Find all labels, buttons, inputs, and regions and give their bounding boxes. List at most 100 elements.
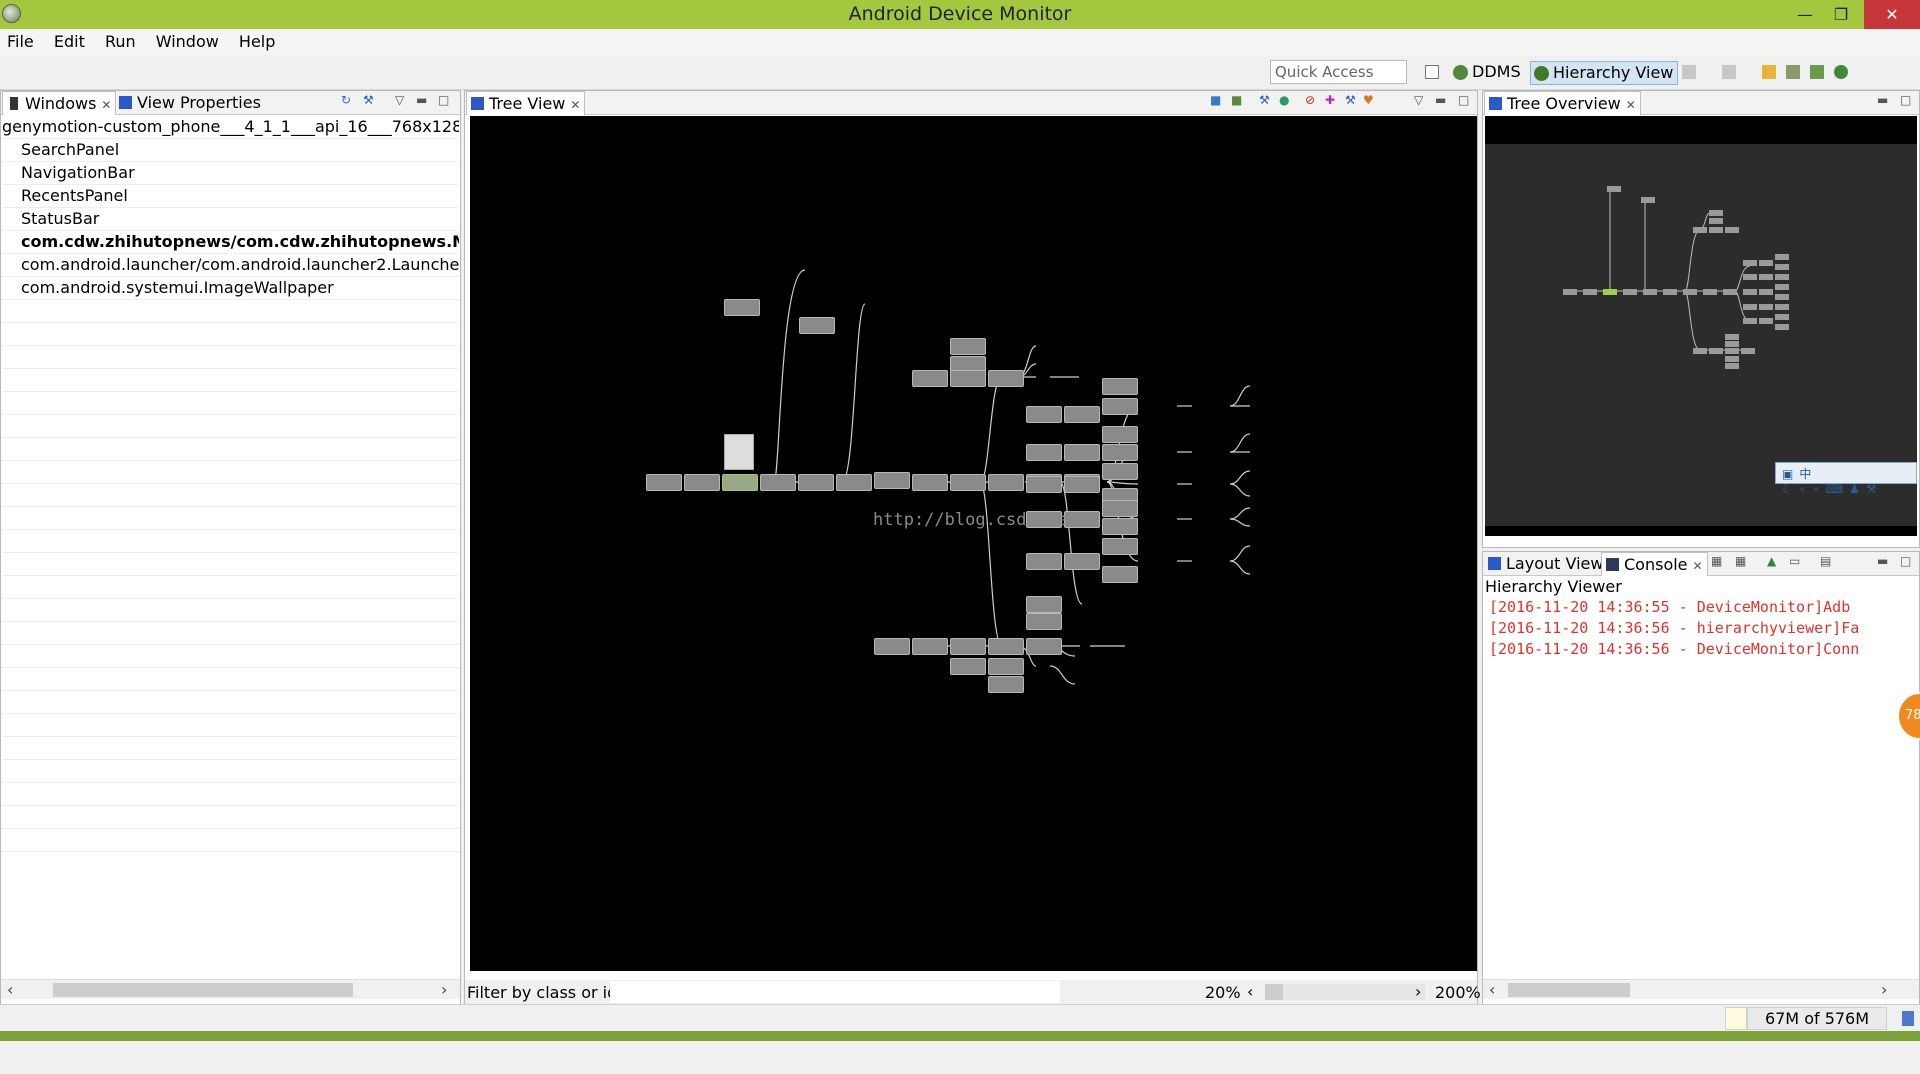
display-view-icon[interactable]: ● <box>1279 93 1289 107</box>
zoom-increase-icon[interactable]: › <box>1415 982 1421 1001</box>
filter-input[interactable] <box>610 981 1060 1003</box>
close-icon[interactable]: ✕ <box>570 98 580 112</box>
tree-node[interactable] <box>950 370 986 387</box>
scroll-thumb[interactable] <box>1508 983 1630 997</box>
menu-help[interactable]: Help <box>232 29 283 51</box>
tree-node[interactable] <box>1102 463 1138 480</box>
list-item[interactable]: com.android.launcher/com.android.launche… <box>2 254 459 277</box>
tree-node[interactable] <box>988 638 1024 655</box>
zoom-slider-thumb[interactable] <box>1265 984 1283 1000</box>
menu-run[interactable]: Run <box>98 29 144 51</box>
close-icon[interactable]: ✕ <box>1626 98 1636 112</box>
minimize-icon[interactable]: ▬ <box>1877 93 1888 107</box>
open-console-icon[interactable]: ▤ <box>1820 554 1831 568</box>
tree-node[interactable] <box>1102 444 1138 461</box>
scroll-left-icon[interactable]: ‹ <box>7 980 13 999</box>
invalidate-icon[interactable] <box>1834 65 1848 79</box>
menu-edit[interactable]: Edit <box>47 29 93 51</box>
tree-node[interactable] <box>988 474 1024 491</box>
save-png-icon[interactable]: ■ <box>1210 93 1221 107</box>
tab-windows[interactable]: Windows ✕ <box>2 91 117 115</box>
tree-node[interactable] <box>1102 518 1138 535</box>
memory-usage[interactable]: 67M of 576M <box>1747 1007 1887 1030</box>
minimize-icon[interactable]: ▬ <box>416 93 427 107</box>
tree-node[interactable] <box>646 474 682 491</box>
tree-node[interactable] <box>684 474 720 491</box>
close-icon[interactable]: ✕ <box>1693 559 1703 573</box>
tree-node[interactable] <box>760 474 796 491</box>
list-item[interactable]: StatusBar <box>2 208 459 231</box>
tree-node[interactable] <box>1026 406 1062 423</box>
clear-console-icon[interactable]: ▦ <box>1711 554 1722 568</box>
tree-node[interactable] <box>950 338 986 355</box>
tree-node[interactable] <box>950 474 986 491</box>
maximize-icon[interactable]: □ <box>1900 554 1911 568</box>
tree-overview-canvas[interactable]: ▣中☾∘∘⌨♟⚒ <box>1485 116 1917 536</box>
request-layout-icon[interactable]: ✚ <box>1325 93 1335 107</box>
tree-node[interactable] <box>1064 476 1100 493</box>
list-item[interactable]: NavigationBar <box>2 162 459 185</box>
tree-node[interactable] <box>874 638 910 655</box>
toolbar-action-icon[interactable] <box>1682 65 1696 79</box>
minimize-icon[interactable]: ▬ <box>1877 554 1888 568</box>
tree-node[interactable] <box>950 658 986 675</box>
zoom-slider[interactable] <box>1265 984 1425 1000</box>
display-console-icon[interactable]: ▭ <box>1789 554 1800 568</box>
tree-node[interactable] <box>950 638 986 655</box>
open-perspective-icon[interactable] <box>1425 65 1439 79</box>
garbage-collect-icon[interactable] <box>1902 1011 1914 1026</box>
scroll-lock-icon[interactable]: ▦ <box>1735 554 1746 568</box>
tree-node[interactable] <box>724 299 760 316</box>
windows-hscroll[interactable]: ‹ › <box>1 979 460 999</box>
load-hierarchy-icon[interactable]: ⚒ <box>363 93 374 107</box>
tree-node[interactable] <box>988 658 1024 675</box>
zoom-decrease-icon[interactable]: ‹ <box>1247 982 1253 1001</box>
list-item[interactable]: RecentsPanel <box>2 185 459 208</box>
view-menu-icon[interactable]: ▽ <box>1414 93 1423 107</box>
pin-console-icon[interactable]: ▲ <box>1767 554 1776 568</box>
tree-node[interactable] <box>1102 426 1138 443</box>
menu-file[interactable]: File <box>0 29 42 51</box>
tree-node[interactable] <box>1026 596 1062 613</box>
tree-node[interactable] <box>988 370 1024 387</box>
maximize-button[interactable]: ❐ <box>1818 0 1864 29</box>
capture-icon[interactable] <box>1810 65 1824 79</box>
tree-node[interactable] <box>1064 444 1100 461</box>
invalidate-icon[interactable]: ⊘ <box>1305 93 1315 107</box>
perspective-ddms[interactable]: DDMS <box>1450 61 1525 85</box>
tree-node[interactable] <box>912 638 948 655</box>
tree-node[interactable] <box>1064 553 1100 570</box>
tree-node[interactable] <box>1026 476 1062 493</box>
maximize-icon[interactable]: □ <box>1458 93 1469 107</box>
scroll-right-icon[interactable]: › <box>441 980 447 999</box>
tab-layout-view[interactable]: Layout View <box>1484 552 1607 576</box>
tree-node[interactable] <box>1064 406 1100 423</box>
tree-node[interactable] <box>874 472 910 489</box>
list-item[interactable]: com.cdw.zhihutopnews/com.cdw.zhihutopnew… <box>2 231 459 254</box>
tree-node-selected[interactable] <box>722 474 758 491</box>
quick-access-input[interactable]: Quick Access <box>1270 60 1407 84</box>
view-menu-icon[interactable]: ▽ <box>395 93 404 107</box>
maximize-icon[interactable]: □ <box>438 93 449 107</box>
tab-console[interactable]: Console ✕ <box>1601 552 1708 576</box>
tab-tree-overview[interactable]: Tree Overview ✕ <box>1484 91 1641 115</box>
minimize-icon[interactable]: ▬ <box>1435 93 1446 107</box>
load-icon[interactable] <box>1786 65 1800 79</box>
reload-icon[interactable] <box>1762 65 1776 79</box>
scroll-right-icon[interactable]: › <box>1881 980 1887 999</box>
tree-canvas[interactable]: http://blog.csdn.net/ <box>470 116 1477 971</box>
tree-node[interactable] <box>1026 613 1062 630</box>
ime-toolbar[interactable]: ▣中☾∘∘⌨♟⚒ <box>1775 462 1917 496</box>
dump-display-list-icon[interactable]: ⚒ <box>1345 93 1356 107</box>
tree-node[interactable] <box>799 317 835 334</box>
tree-node[interactable] <box>1102 538 1138 555</box>
tab-view-properties[interactable]: View Properties <box>115 91 265 115</box>
tree-node[interactable] <box>1026 444 1062 461</box>
tree-node[interactable] <box>988 676 1024 693</box>
tab-tree-view[interactable]: Tree View ✕ <box>466 91 586 115</box>
close-button[interactable]: ✕ <box>1864 0 1920 29</box>
tree-node[interactable] <box>836 474 872 491</box>
list-item[interactable]: com.android.systemui.ImageWallpaper <box>2 277 459 300</box>
tree-node[interactable] <box>1102 500 1138 517</box>
maximize-icon[interactable]: □ <box>1900 93 1911 107</box>
